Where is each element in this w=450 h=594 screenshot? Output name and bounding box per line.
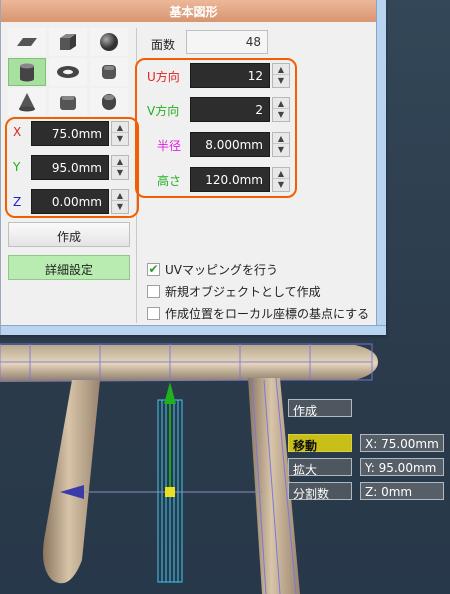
hud-y-readout: Y: 95.00mm [360, 458, 444, 476]
new-object-checkbox[interactable] [147, 284, 160, 298]
v-direction-spinner[interactable]: ▲ ▼ [272, 97, 290, 122]
shape-picker [8, 28, 130, 116]
height-spinner[interactable]: ▲ ▼ [272, 167, 290, 192]
hud-divisions-button[interactable]: 分割数 [288, 482, 352, 501]
x-label: X [13, 125, 22, 139]
new-object-option[interactable]: 新規オブジェクトとして作成 [147, 282, 321, 300]
hud-x-readout: X: 75.00mm [360, 434, 444, 452]
local-origin-checkbox[interactable] [147, 306, 160, 320]
y-position-field[interactable]: 95.0mm [31, 155, 109, 180]
hud-create-button[interactable]: 作成 [288, 399, 352, 418]
z-spinner[interactable]: ▲ ▼ [111, 189, 129, 214]
local-origin-option[interactable]: 作成位置をローカル座標の基点にする [147, 304, 369, 322]
u-direction-field[interactable]: 12 [190, 63, 270, 88]
v-direction-label: V方向 [147, 104, 180, 118]
cube-shape-button[interactable] [49, 28, 87, 56]
cylinder-icon [20, 63, 34, 82]
local-origin-label: 作成位置をローカル座標の基点にする [165, 306, 370, 321]
x-position-field[interactable]: 75.0mm [31, 121, 109, 146]
column-separator [136, 28, 137, 323]
dialog-right-frame [376, 0, 386, 335]
u-direction-label: U方向 [147, 70, 180, 84]
x-spinner[interactable]: ▲ ▼ [111, 121, 129, 146]
height-field[interactable]: 120.0mm [190, 167, 270, 192]
plane-shape-button[interactable] [8, 28, 46, 56]
new-object-label: 新規オブジェクトとして作成 [165, 284, 321, 299]
radius-spinner[interactable]: ▲ ▼ [272, 132, 290, 157]
stool-seat [0, 345, 378, 382]
faces-label: 面数 [151, 38, 176, 52]
sphere-shape-button[interactable] [90, 28, 128, 56]
cone-shape-button[interactable] [8, 88, 46, 116]
capsule-icon [102, 94, 116, 110]
cube-icon [60, 34, 76, 50]
torus-icon [57, 66, 79, 78]
cone-icon [19, 93, 35, 112]
create-button[interactable]: 作成 [8, 222, 130, 247]
dialog-titlebar[interactable]: 基本図形 [1, 0, 386, 22]
u-direction-spinner[interactable]: ▲ ▼ [272, 63, 290, 88]
torus-shape-button[interactable] [49, 58, 87, 86]
uv-mapping-option[interactable]: ✔ UVマッピングを行う [147, 260, 278, 278]
y-label: Y [13, 160, 21, 174]
radius-field[interactable]: 8.000mm [190, 132, 270, 157]
y-axis-handle [164, 382, 176, 404]
v-direction-field[interactable]: 2 [190, 97, 270, 122]
z-position-field[interactable]: 0.00mm [31, 189, 109, 214]
radius-label: 半径 [157, 139, 182, 153]
dialog-bottom-frame [1, 325, 386, 335]
faces-count-field: 48 [186, 30, 268, 54]
cylinder-shape-button[interactable] [8, 58, 46, 86]
hud-scale-button[interactable]: 拡大 [288, 458, 352, 477]
height-label: 高さ [157, 174, 182, 188]
gizmo-center [165, 487, 175, 497]
primitive-dialog: 基本図形 X 75.0mm ▲ ▼ Y 95.0mm ▲ ▼ Z 0.00mm … [0, 0, 386, 335]
hud-move-button[interactable]: 移動 [288, 434, 352, 453]
y-spinner[interactable]: ▲ ▼ [111, 155, 129, 180]
z-label: Z [13, 195, 22, 209]
stool-leg-left [43, 380, 100, 584]
hud-z-readout: Z: 0mm [360, 482, 444, 500]
checkmark-icon[interactable]: ✔ [147, 262, 160, 276]
dialog-title: 基本図形 [169, 5, 218, 19]
rounded-box-shape-button[interactable] [49, 88, 87, 116]
rounded-cube-shape-button[interactable] [90, 58, 128, 86]
detail-settings-button[interactable]: 詳細設定 [8, 255, 130, 280]
uv-mapping-label: UVマッピングを行う [165, 262, 278, 277]
rounded-cube-icon [102, 65, 116, 79]
plane-icon [17, 38, 37, 46]
sphere-icon [100, 33, 118, 51]
capsule-shape-button[interactable] [90, 88, 128, 116]
rounded-box-icon [60, 96, 76, 110]
